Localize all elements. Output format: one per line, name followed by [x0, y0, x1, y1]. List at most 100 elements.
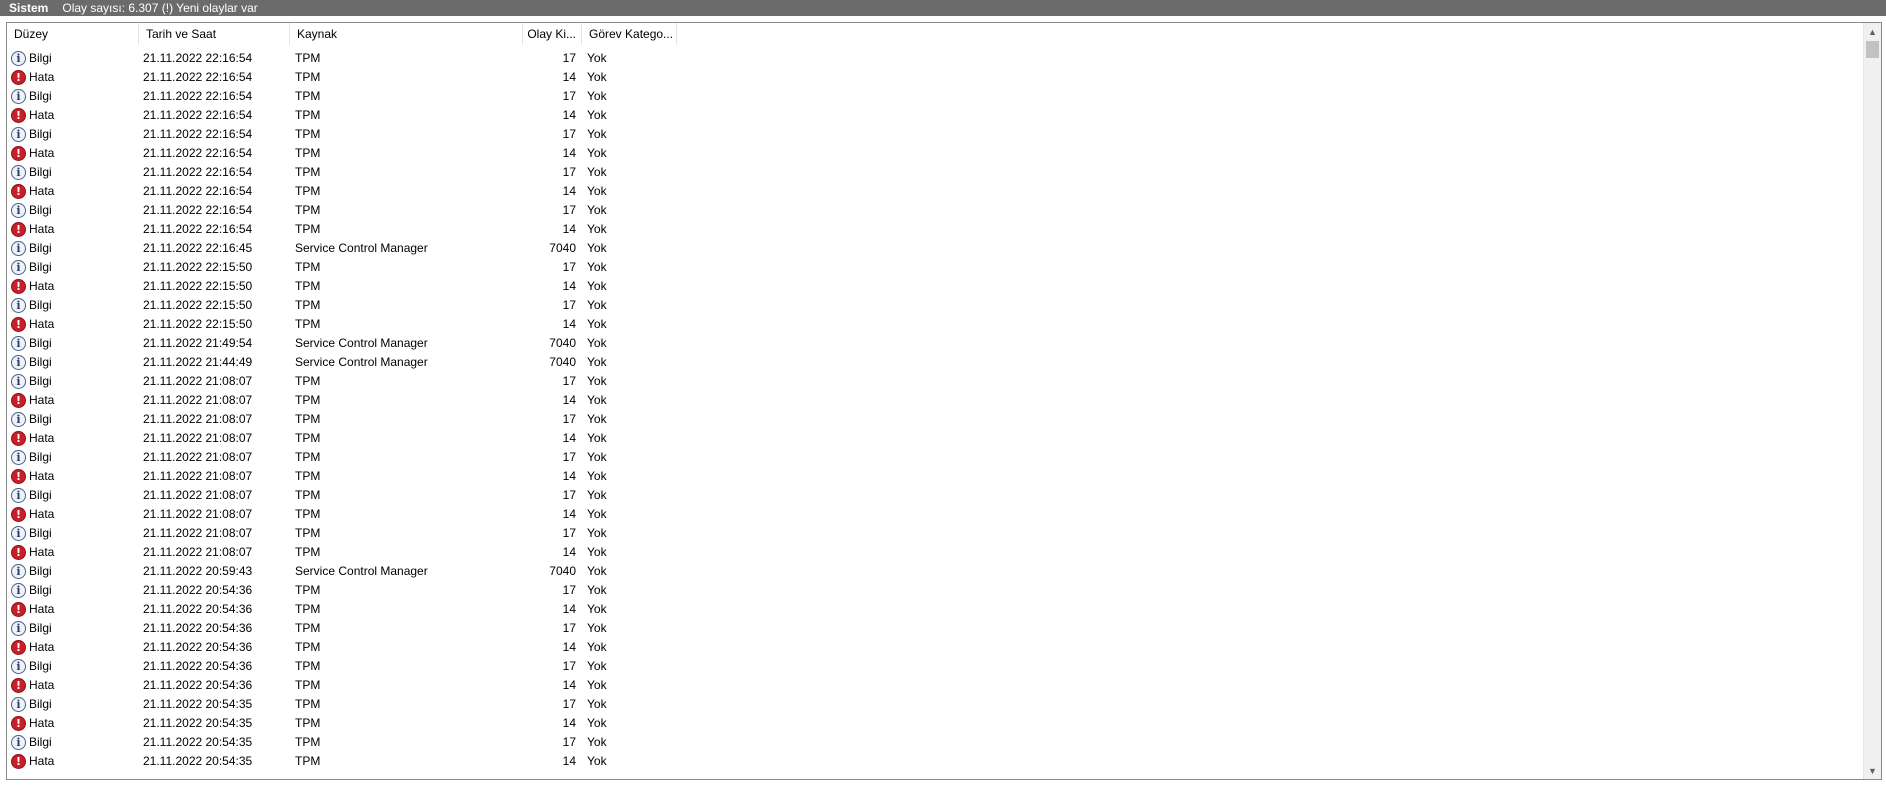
table-row[interactable]: i Bilgi 21.11.2022 21:49:54 Service Control… [7, 334, 1865, 353]
table-row[interactable]: i Bilgi 21.11.2022 22:16:54 TPM 17 Yok [7, 163, 1865, 182]
table-row[interactable]: ! Hata 21.11.2022 20:54:36 TPM 14 Yok [7, 676, 1865, 695]
level-cell: i Bilgi [7, 657, 139, 676]
info-icon: i [11, 621, 26, 636]
source-cell: TPM [295, 621, 321, 635]
event-id-cell: 14 [562, 716, 576, 730]
event-id-cell: 17 [562, 260, 576, 274]
table-row[interactable]: i Bilgi 21.11.2022 20:54:36 TPM 17 Yok [7, 619, 1865, 638]
table-row[interactable]: i Bilgi 21.11.2022 22:16:54 TPM 17 Yok [7, 201, 1865, 220]
event-id-cell: 14 [562, 393, 576, 407]
table-row[interactable]: ! Hata 21.11.2022 22:15:50 TPM 14 Yok [7, 277, 1865, 296]
source-cell: Service Control Manager [295, 241, 428, 255]
table-row[interactable]: ! Hata 21.11.2022 21:08:07 TPM 14 Yok [7, 391, 1865, 410]
event-id-cell: 17 [562, 165, 576, 179]
level-label: Bilgi [29, 89, 52, 103]
date-cell: 21.11.2022 20:54:35 [143, 716, 253, 730]
level-label: Bilgi [29, 374, 52, 388]
table-row[interactable]: ! Hata 21.11.2022 20:54:36 TPM 14 Yok [7, 600, 1865, 619]
table-row[interactable]: i Bilgi 21.11.2022 22:16:54 TPM 17 Yok [7, 125, 1865, 144]
scroll-down-icon[interactable]: ▼ [1864, 762, 1881, 779]
table-row[interactable]: i Bilgi 21.11.2022 22:15:50 TPM 17 Yok [7, 296, 1865, 315]
table-row[interactable]: i Bilgi 21.11.2022 20:59:43 Service Control… [7, 562, 1865, 581]
event-id-cell: 7040 [549, 336, 576, 350]
column-header-source[interactable]: Kaynak [290, 23, 523, 45]
table-row[interactable]: i Bilgi 21.11.2022 20:54:36 TPM 17 Yok [7, 657, 1865, 676]
table-row[interactable]: i Bilgi 21.11.2022 22:16:54 TPM 17 Yok [7, 87, 1865, 106]
level-label: Bilgi [29, 51, 52, 65]
table-row[interactable]: ! Hata 21.11.2022 21:08:07 TPM 14 Yok [7, 429, 1865, 448]
level-cell: ! Hata [7, 467, 139, 486]
task-category-cell: Yok [587, 564, 607, 578]
task-category-cell: Yok [587, 241, 607, 255]
error-icon: ! [11, 716, 26, 731]
column-header-event-id[interactable]: Olay Ki... [523, 23, 582, 45]
event-id-cell: 14 [562, 754, 576, 768]
table-row[interactable]: ! Hata 21.11.2022 20:54:35 TPM 14 Yok [7, 714, 1865, 733]
table-row[interactable]: i Bilgi 21.11.2022 20:54:35 TPM 17 Yok [7, 695, 1865, 714]
level-cell: i Bilgi [7, 486, 139, 505]
level-label: Bilgi [29, 621, 52, 635]
event-id-cell: 7040 [549, 241, 576, 255]
table-row[interactable]: ! Hata 21.11.2022 22:15:50 TPM 14 Yok [7, 315, 1865, 334]
task-category-cell: Yok [587, 754, 607, 768]
level-label: Bilgi [29, 735, 52, 749]
error-icon: ! [11, 279, 26, 294]
source-cell: TPM [295, 450, 321, 464]
error-icon: ! [11, 754, 26, 769]
table-row[interactable]: i Bilgi 21.11.2022 22:15:50 TPM 17 Yok [7, 258, 1865, 277]
level-cell: ! Hata [7, 391, 139, 410]
source-cell: TPM [295, 469, 321, 483]
level-cell: i Bilgi [7, 410, 139, 429]
table-row[interactable]: ! Hata 21.11.2022 21:08:07 TPM 14 Yok [7, 505, 1865, 524]
column-header-date[interactable]: Tarih ve Saat [139, 23, 290, 45]
level-label: Bilgi [29, 241, 52, 255]
table-row[interactable]: i Bilgi 21.11.2022 22:16:45 Service Control… [7, 239, 1865, 258]
table-row[interactable]: ! Hata 21.11.2022 22:16:54 TPM 14 Yok [7, 220, 1865, 239]
event-id-cell: 14 [562, 108, 576, 122]
column-header-task-category[interactable]: Görev Katego... [582, 23, 677, 45]
table-row[interactable]: ! Hata 21.11.2022 20:54:36 TPM 14 Yok [7, 638, 1865, 657]
table-row[interactable]: i Bilgi 21.11.2022 21:44:49 Service Control… [7, 353, 1865, 372]
table-row[interactable]: ! Hata 21.11.2022 22:16:54 TPM 14 Yok [7, 182, 1865, 201]
task-category-cell: Yok [587, 127, 607, 141]
table-row[interactable]: i Bilgi 21.11.2022 21:08:07 TPM 17 Yok [7, 372, 1865, 391]
table-row[interactable]: i Bilgi 21.11.2022 21:08:07 TPM 17 Yok [7, 410, 1865, 429]
level-cell: i Bilgi [7, 296, 139, 315]
source-cell: TPM [295, 735, 321, 749]
table-row[interactable]: i Bilgi 21.11.2022 21:08:07 TPM 17 Yok [7, 486, 1865, 505]
table-row[interactable]: i Bilgi 21.11.2022 20:54:36 TPM 17 Yok [7, 581, 1865, 600]
event-id-cell: 17 [562, 583, 576, 597]
level-cell: i Bilgi [7, 87, 139, 106]
event-list[interactable]: Düzey Tarih ve Saat Kaynak Olay Ki... Gö… [6, 22, 1882, 780]
event-id-cell: 14 [562, 469, 576, 483]
level-label: Hata [29, 222, 55, 236]
info-icon: i [11, 450, 26, 465]
table-row[interactable]: i Bilgi 21.11.2022 21:08:07 TPM 17 Yok [7, 448, 1865, 467]
level-cell: i Bilgi [7, 562, 139, 581]
scroll-up-icon[interactable]: ▲ [1864, 23, 1881, 40]
scrollbar-thumb[interactable] [1866, 41, 1879, 58]
error-icon: ! [11, 431, 26, 446]
error-icon: ! [11, 222, 26, 237]
table-row[interactable]: ! Hata 21.11.2022 21:08:07 TPM 14 Yok [7, 467, 1865, 486]
table-row[interactable]: ! Hata 21.11.2022 22:16:54 TPM 14 Yok [7, 144, 1865, 163]
date-cell: 21.11.2022 22:16:54 [143, 127, 253, 141]
table-row[interactable]: ! Hata 21.11.2022 20:54:35 TPM 14 Yok [7, 752, 1865, 771]
table-row[interactable]: i Bilgi 21.11.2022 21:08:07 TPM 17 Yok [7, 524, 1865, 543]
level-label: Bilgi [29, 583, 52, 597]
table-row[interactable]: i Bilgi 21.11.2022 22:16:54 TPM 17 Yok [7, 49, 1865, 68]
table-row[interactable]: ! Hata 21.11.2022 22:16:54 TPM 14 Yok [7, 106, 1865, 125]
level-label: Hata [29, 184, 55, 198]
table-row[interactable]: ! Hata 21.11.2022 21:08:07 TPM 14 Yok [7, 543, 1865, 562]
vertical-scrollbar[interactable]: ▲ ▼ [1863, 23, 1881, 779]
source-cell: TPM [295, 678, 321, 692]
column-header-level[interactable]: Düzey [7, 23, 139, 45]
level-label: Bilgi [29, 336, 52, 350]
source-cell: TPM [295, 222, 321, 236]
level-label: Bilgi [29, 412, 52, 426]
date-cell: 21.11.2022 21:08:07 [143, 507, 253, 521]
table-row[interactable]: i Bilgi 21.11.2022 20:54:35 TPM 17 Yok [7, 733, 1865, 752]
table-row[interactable]: ! Hata 21.11.2022 22:16:54 TPM 14 Yok [7, 68, 1865, 87]
event-id-cell: 14 [562, 507, 576, 521]
event-id-cell: 14 [562, 184, 576, 198]
